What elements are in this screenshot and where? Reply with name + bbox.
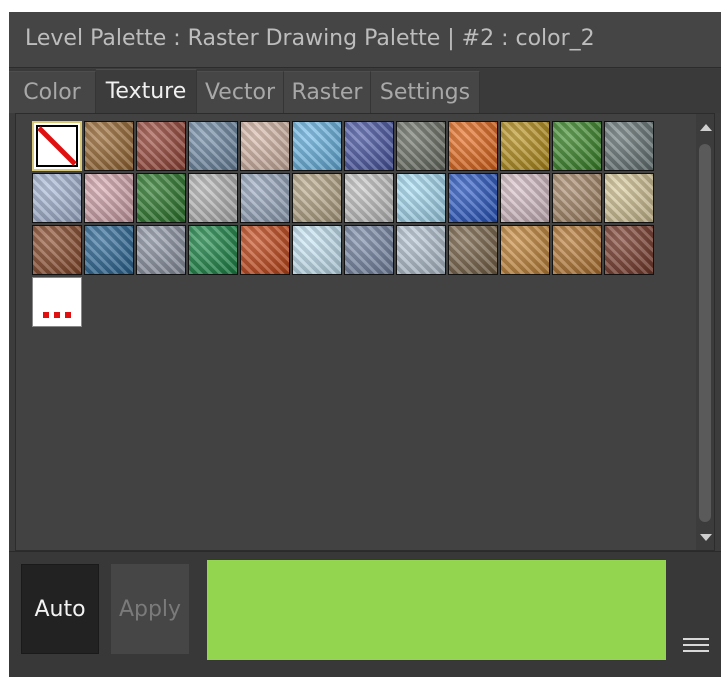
lace-texture-icon[interactable]: [500, 173, 550, 223]
tab-texture[interactable]: Texture: [96, 69, 197, 113]
blue-tile-texture-icon[interactable]: [448, 173, 498, 223]
stone-wall-texture-icon[interactable]: [552, 173, 602, 223]
scroll-up-arrow-icon[interactable]: [700, 124, 712, 131]
lava-texture-icon[interactable]: [240, 225, 290, 275]
checker-texture-icon[interactable]: [240, 121, 290, 171]
palette-footer: Auto Apply: [9, 551, 721, 677]
marble-texture-icon[interactable]: [188, 173, 238, 223]
oak-wood-texture-icon[interactable]: [552, 225, 602, 275]
tab-raster[interactable]: Raster: [284, 71, 371, 113]
granite-texture-icon[interactable]: [604, 121, 654, 171]
kaleidoscope-texture-icon[interactable]: [188, 121, 238, 171]
grass-texture-icon[interactable]: [552, 121, 602, 171]
glow-texture-icon[interactable]: [292, 225, 342, 275]
light-blue-texture-icon[interactable]: [396, 173, 446, 223]
wood-brown-texture-icon[interactable]: [32, 225, 82, 275]
more-textures-icon[interactable]: [32, 277, 82, 327]
rock-texture-icon[interactable]: [396, 121, 446, 171]
emerald-texture-icon[interactable]: [188, 225, 238, 275]
denim-texture-icon[interactable]: [344, 121, 394, 171]
sand-texture-icon[interactable]: [292, 173, 342, 223]
slate-texture-icon[interactable]: [344, 225, 394, 275]
fire-texture-icon[interactable]: [448, 121, 498, 171]
leopard-texture-icon[interactable]: [84, 121, 134, 171]
tab-color[interactable]: Color: [9, 71, 96, 113]
fabric-texture-icon[interactable]: [84, 173, 134, 223]
palette-title-bar[interactable]: Level Palette : Raster Drawing Palette |…: [9, 12, 721, 68]
window-top-edge: [0, 0, 721, 12]
frost-texture-icon[interactable]: [240, 173, 290, 223]
tab-settings[interactable]: Settings: [371, 71, 480, 113]
pine-wood-texture-icon[interactable]: [500, 225, 550, 275]
brick-texture-icon[interactable]: [136, 121, 186, 171]
palette-title: Level Palette : Raster Drawing Palette |…: [25, 26, 595, 51]
hamburger-menu-icon[interactable]: [683, 638, 709, 658]
scrollbar-thumb[interactable]: [699, 144, 711, 522]
pebbles-texture-icon[interactable]: [448, 225, 498, 275]
scroll-down-arrow-icon[interactable]: [700, 534, 712, 541]
chrome-texture-icon[interactable]: [136, 225, 186, 275]
palette-tabs: Color Texture Vector Raster Settings: [9, 69, 721, 113]
current-style-swatch[interactable]: [207, 560, 666, 660]
none-texture-icon[interactable]: [32, 121, 82, 171]
tab-vector[interactable]: Vector: [197, 71, 284, 113]
sky-texture-icon[interactable]: [292, 121, 342, 171]
ice-texture-icon[interactable]: [396, 225, 446, 275]
vertical-scrollbar[interactable]: [696, 114, 714, 550]
dark-wood-texture-icon[interactable]: [604, 225, 654, 275]
level-palette-panel: Level Palette : Raster Drawing Palette |…: [9, 12, 721, 677]
gold-texture-icon[interactable]: [500, 121, 550, 171]
burlap-texture-icon[interactable]: [604, 173, 654, 223]
auto-button[interactable]: Auto: [21, 564, 99, 654]
crumpled-paper-texture-icon[interactable]: [344, 173, 394, 223]
plaid-texture-icon[interactable]: [32, 173, 82, 223]
texture-grid-area: [15, 113, 715, 551]
water-texture-icon[interactable]: [84, 225, 134, 275]
apply-button[interactable]: Apply: [111, 564, 189, 654]
leaves-texture-icon[interactable]: [136, 173, 186, 223]
